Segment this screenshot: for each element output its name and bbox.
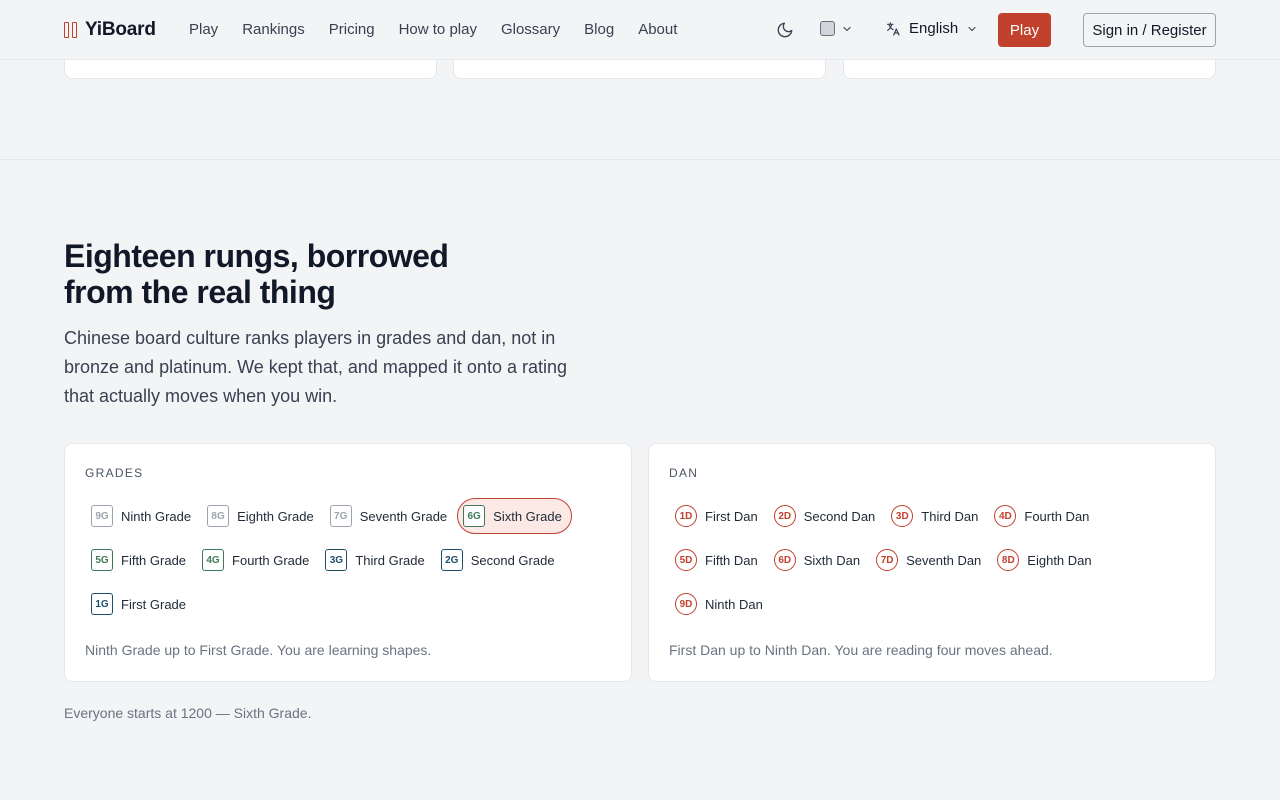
grades-badge: 4G [202,549,225,571]
grades-badge: 1G [91,593,113,615]
grades-row: 1G First Grade [85,586,572,622]
dan-chip-8d[interactable]: 8D Eighth Dan [991,542,1101,578]
dan-row: 1D First Dan 2D Second Dan 3D Third Dan 4D Four… [669,498,1102,534]
language-label: English [909,20,959,37]
grades-chip-1g[interactable]: 1G First Grade [85,586,196,622]
grades-badge: 7G [329,505,352,527]
dan-chip-list: 1D First Dan 2D Second Dan 3D Third Dan 4D Four… [669,498,1102,630]
grades-chip-9g[interactable]: 9G Ninth Grade [85,498,201,534]
board-square-icon [820,21,835,36]
nav-blog[interactable]: Blog [584,21,614,38]
dan-chip-3d[interactable]: 3D Third Dan [885,498,988,534]
grades-chip-6g[interactable]: 6G Sixth Grade [457,498,572,534]
dan-row: 5D Fifth Dan 6D Sixth Dan 7D Seventh Dan 8D Eig… [669,542,1102,578]
dan-row: 9D Ninth Dan [669,586,1102,622]
grades-chip-2g[interactable]: 2G Second Grade [435,542,565,578]
nav-glossary[interactable]: Glossary [501,21,560,38]
dan-chip-6d[interactable]: 6D Sixth Dan [768,542,870,578]
grades-chip-7g[interactable]: 7G Seventh Grade [324,498,457,534]
dan-name: Third Dan [921,508,979,524]
dan-badge: 7D [876,549,899,571]
dan-chip-5d[interactable]: 5D Fifth Dan [669,542,768,578]
section-lede: Chinese board culture ranks players in g… [64,328,567,406]
dan-badge: 3D [891,505,914,527]
dan-badge: 9D [675,593,697,615]
grades-chip-8g[interactable]: 8G Eighth Grade [201,498,324,534]
grades-chip-5g[interactable]: 5G Fifth Grade [85,542,196,578]
grades-row: 5G Fifth Grade 4G Fourth Grade 3G Third Grade… [85,542,572,578]
dan-chip-9d[interactable]: 9D Ninth Dan [669,586,773,622]
grades-label: GRADES [85,466,144,480]
grades-badge: 5G [91,549,113,571]
grades-name: Eighth Grade [237,508,314,524]
grades-panel: GRADES 9G Ninth Grade 8G Eighth Grade 7G Seve… [64,443,632,682]
grades-badge: 9G [91,505,113,527]
grades-name: Fourth Grade [232,552,310,568]
dan-name: Second Dan [803,508,876,524]
dan-chip-1d[interactable]: 1D First Dan [669,498,768,534]
grades-name: Third Grade [355,552,425,568]
main-nav: Play Rankings Pricing How to play Glossa… [189,21,677,38]
logo-mark-icon [64,22,77,38]
dan-badge: 4D [994,505,1017,527]
chevron-down-icon [843,26,851,31]
grades-chip-list: 9G Ninth Grade 8G Eighth Grade 7G Seventh Gra… [85,498,572,630]
section-divider [0,159,1280,160]
grades-badge: 8G [207,505,230,527]
dan-name: Sixth Dan [803,552,861,568]
grades-row: 9G Ninth Grade 8G Eighth Grade 7G Seventh Gra… [85,498,572,534]
grades-name: Sixth Grade [493,508,562,524]
section-title: Eighteen rungs, borrowed from the real t… [64,238,449,310]
dan-chip-4d[interactable]: 4D Fourth Dan [988,498,1099,534]
dan-chip-2d[interactable]: 2D Second Dan [768,498,886,534]
chevron-down-icon [968,26,976,31]
nav-play[interactable]: Play [189,21,218,38]
signin-register-button[interactable]: Sign in / Register [1083,13,1216,47]
grades-name: Fifth Grade [121,552,187,568]
brand-name: YiBoard [85,19,156,40]
grades-name: Ninth Grade [121,508,192,524]
nav-about[interactable]: About [638,21,677,38]
grades-name: Second Grade [470,552,555,568]
grades-note: Ninth Grade up to First Grade. You are l… [85,642,432,658]
brand-logo[interactable]: YiBoard [64,19,156,41]
site-header: YiBoard Play Rankings Pricing How to pla… [0,0,1280,60]
grades-badge: 6G [463,505,486,527]
dan-chip-7d[interactable]: 7D Seventh Dan [870,542,991,578]
starting-rating-note: Everyone starts at 1200 — Sixth Grade. [64,705,312,721]
dan-badge: 8D [997,549,1020,571]
dan-badge: 1D [675,505,697,527]
board-style-select[interactable] [820,21,853,36]
play-button[interactable]: Play [998,13,1051,47]
nav-pricing[interactable]: Pricing [329,21,375,38]
grades-chip-4g[interactable]: 4G Fourth Grade [196,542,319,578]
dan-name: Fifth Dan [705,552,758,568]
dan-name: Eighth Dan [1027,552,1092,568]
moon-icon[interactable] [776,21,794,39]
dan-name: Seventh Dan [906,552,982,568]
dan-panel: DAN 1D First Dan 2D Second Dan 3D Third Dan 4D… [648,443,1216,682]
language-select[interactable]: English [885,20,978,37]
grades-chip-3g[interactable]: 3G Third Grade [319,542,434,578]
dan-badge: 5D [675,549,697,571]
nav-rankings[interactable]: Rankings [242,21,305,38]
dan-name: Ninth Dan [705,596,763,612]
dan-label: DAN [669,466,699,480]
dan-name: Fourth Dan [1024,508,1090,524]
grades-badge: 2G [440,549,463,571]
grades-name: Seventh Grade [359,508,448,524]
nav-how-to-play[interactable]: How to play [399,21,477,38]
dan-badge: 6D [773,549,796,571]
dan-badge: 2D [773,505,796,527]
dan-note: First Dan up to Ninth Dan. You are readi… [669,642,1053,658]
grades-badge: 3G [325,549,348,571]
translate-icon [887,21,900,36]
grades-name: First Grade [121,596,187,612]
dan-name: First Dan [705,508,758,524]
